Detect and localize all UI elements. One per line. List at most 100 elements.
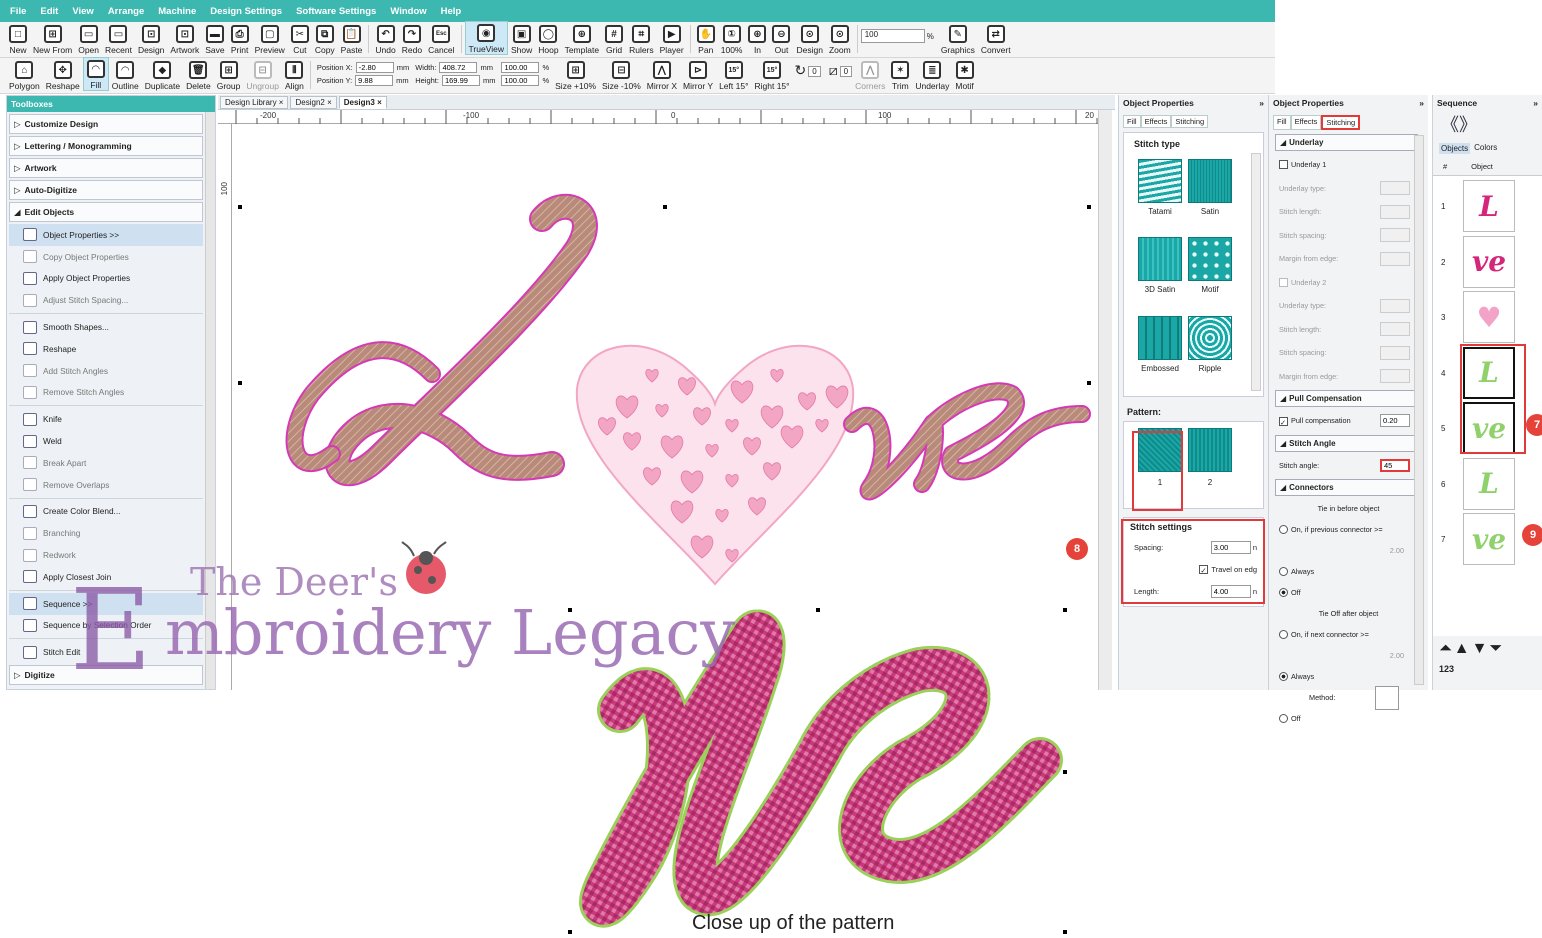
selection-handle[interactable] <box>1063 930 1067 934</box>
ungroup-button[interactable]: ⊟ Ungroup <box>243 57 282 91</box>
undo-button[interactable]: ↶ Undo <box>372 21 398 55</box>
underlay2-checkbox[interactable] <box>1279 277 1288 287</box>
tab-effects[interactable]: Effects <box>1290 115 1322 130</box>
menu-machine[interactable]: Machine <box>158 6 196 17</box>
left-15-button[interactable]: 15° Left 15° <box>716 57 751 91</box>
selection-handle[interactable] <box>1087 381 1091 385</box>
setting-input[interactable] <box>1380 322 1410 337</box>
size-10-button[interactable]: ⊟ Size -10% <box>599 57 644 91</box>
save-button[interactable]: ▬ Save <box>202 21 227 55</box>
delete-button[interactable]: 🗑 Delete <box>183 57 214 91</box>
print-button[interactable]: ⎙ Print <box>228 21 252 55</box>
scale-input[interactable] <box>501 75 540 86</box>
stitch-type-embossed[interactable] <box>1138 316 1182 360</box>
underlay1-checkbox[interactable] <box>1279 160 1288 170</box>
toolbox-item-copy-object-properties[interactable]: Copy Object Properties <box>9 246 203 268</box>
setting-input[interactable] <box>1380 369 1410 384</box>
sequence-nav-arrows-icon[interactable]: 《》 <box>1433 111 1542 137</box>
pattern-1[interactable] <box>1138 428 1182 472</box>
template-button[interactable]: ⊕ Template <box>562 21 603 55</box>
fill-button[interactable]: ◠ Fill <box>82 57 109 91</box>
mirror-x-button[interactable]: ⋀ Mirror X <box>644 57 680 91</box>
selection-handle[interactable] <box>663 205 667 209</box>
sequence-footer[interactable]: 123 <box>1433 662 1542 676</box>
outline-button[interactable]: ◠ Outline <box>109 57 142 91</box>
toolbox-category-auto-digitize[interactable]: ▷ Auto-Digitize <box>9 180 203 200</box>
in-button[interactable]: ⊕ In <box>745 21 769 55</box>
menu-help[interactable]: Help <box>441 6 462 17</box>
stitch-type-satin[interactable] <box>1188 159 1232 203</box>
toolbox-item-knife[interactable]: Knife <box>9 408 203 430</box>
rotate-angle-input[interactable]: 0 <box>808 66 821 77</box>
properties-scrollbar[interactable] <box>1414 135 1424 685</box>
menu-design-settings[interactable]: Design Settings <box>210 6 282 17</box>
pull-compensation-checkbox[interactable]: ✓ <box>1279 416 1288 427</box>
trueview-button[interactable]: ◉ TrueView <box>464 21 508 55</box>
align-button[interactable]: ⫴ Align <box>282 57 307 91</box>
width-input[interactable] <box>439 62 478 73</box>
show-button[interactable]: ▣ Show <box>508 21 535 55</box>
collapse-chevron-icon[interactable]: » <box>1259 98 1264 108</box>
design-tab-design2[interactable]: Design2 × <box>290 95 337 109</box>
zoom-level-select[interactable]: 100 <box>860 29 925 43</box>
selection-handle[interactable] <box>568 930 572 934</box>
menu-arrange[interactable]: Arrange <box>108 6 144 17</box>
tie-off-always-radio[interactable] <box>1279 672 1288 681</box>
stitch-type-scrollbar[interactable] <box>1251 153 1261 391</box>
underlay-section[interactable]: ◢ Underlay <box>1275 134 1418 151</box>
design-button[interactable]: ⊙ Design <box>793 21 825 55</box>
setting-input[interactable] <box>1380 251 1410 266</box>
toolbox-item-object-properties[interactable]: Object Properties >> <box>9 224 203 246</box>
cancel-button[interactable]: Esc Cancel <box>425 21 457 55</box>
selection-handle[interactable] <box>1063 770 1067 774</box>
tab-effects[interactable]: Effects <box>1140 115 1172 128</box>
menu-view[interactable]: View <box>72 6 93 17</box>
polygon-button[interactable]: ⌂ Polygon <box>6 57 43 91</box>
open-button[interactable]: ▭ Open <box>75 21 102 55</box>
stitch-type-3d-satin[interactable] <box>1138 237 1182 281</box>
pull-compensation-section[interactable]: ◢ Pull Compensation <box>1275 390 1418 407</box>
size-10-button[interactable]: ⊞ Size +10% <box>552 57 599 91</box>
tab-fill[interactable]: Fill <box>1273 115 1291 130</box>
length-input[interactable] <box>1210 584 1251 598</box>
stitch-type-tatami[interactable] <box>1138 159 1182 203</box>
travel-on-edge-checkbox[interactable]: ✓ <box>1199 564 1209 575</box>
selection-handle[interactable] <box>238 205 242 209</box>
toolbox-item-apply-object-properties[interactable]: Apply Object Properties <box>9 268 203 290</box>
toolbox-item-redwork[interactable]: Redwork <box>9 544 203 566</box>
sequence-object-thumbnail[interactable]: ve <box>1463 402 1515 454</box>
selection-handle[interactable] <box>1087 205 1091 209</box>
sequence-object-thumbnail[interactable]: ve <box>1463 513 1515 565</box>
design-tab-design3[interactable]: Design3 × <box>338 95 387 109</box>
sequence-object-thumbnail[interactable]: L <box>1463 457 1515 510</box>
toolbox-item-smooth-shapes[interactable]: Smooth Shapes... <box>9 316 203 338</box>
tie-in-always-radio[interactable] <box>1279 567 1288 576</box>
setting-input[interactable] <box>1380 181 1410 196</box>
artwork-button[interactable]: ⊡ Artwork <box>167 21 202 55</box>
toolbox-item-add-stitch-angles[interactable]: Add Stitch Angles <box>9 360 203 382</box>
tab-fill[interactable]: Fill <box>1123 115 1141 128</box>
tab-stitching[interactable]: Stitching <box>1171 115 1209 128</box>
pull-compensation-input[interactable] <box>1380 414 1410 428</box>
close-icon[interactable]: × <box>375 98 382 107</box>
skew-icon[interactable]: ⧄ <box>829 62 838 79</box>
tab-colors[interactable]: Colors <box>1474 143 1497 154</box>
group-button[interactable]: ⊞ Group <box>214 57 244 91</box>
right-15-button[interactable]: 15° Right 15° <box>751 57 792 91</box>
pattern-2[interactable] <box>1188 428 1232 472</box>
sequence-move-arrows-icon[interactable]: ⏶▲▼⏷ <box>1433 636 1542 662</box>
close-icon[interactable]: × <box>325 98 332 107</box>
menu-edit[interactable]: Edit <box>40 6 58 17</box>
height-input[interactable] <box>441 75 480 86</box>
heart-shape[interactable] <box>575 344 855 586</box>
canvas-vertical-scrollbar[interactable] <box>1098 110 1112 690</box>
motif-button[interactable]: ✱ Motif <box>952 57 976 91</box>
graphics-button[interactable]: ✎ Graphics <box>938 21 978 55</box>
method-icon[interactable] <box>1375 685 1400 710</box>
tab-stitching[interactable]: Stitching <box>1321 115 1361 130</box>
rotate-icon[interactable]: ↻ <box>795 62 807 79</box>
duplicate-button[interactable]: ◆ Duplicate <box>142 57 183 91</box>
sequence-object-thumbnail[interactable]: ♥ <box>1463 291 1515 343</box>
new-button[interactable]: □ New <box>6 21 30 55</box>
setting-input[interactable] <box>1380 298 1410 313</box>
